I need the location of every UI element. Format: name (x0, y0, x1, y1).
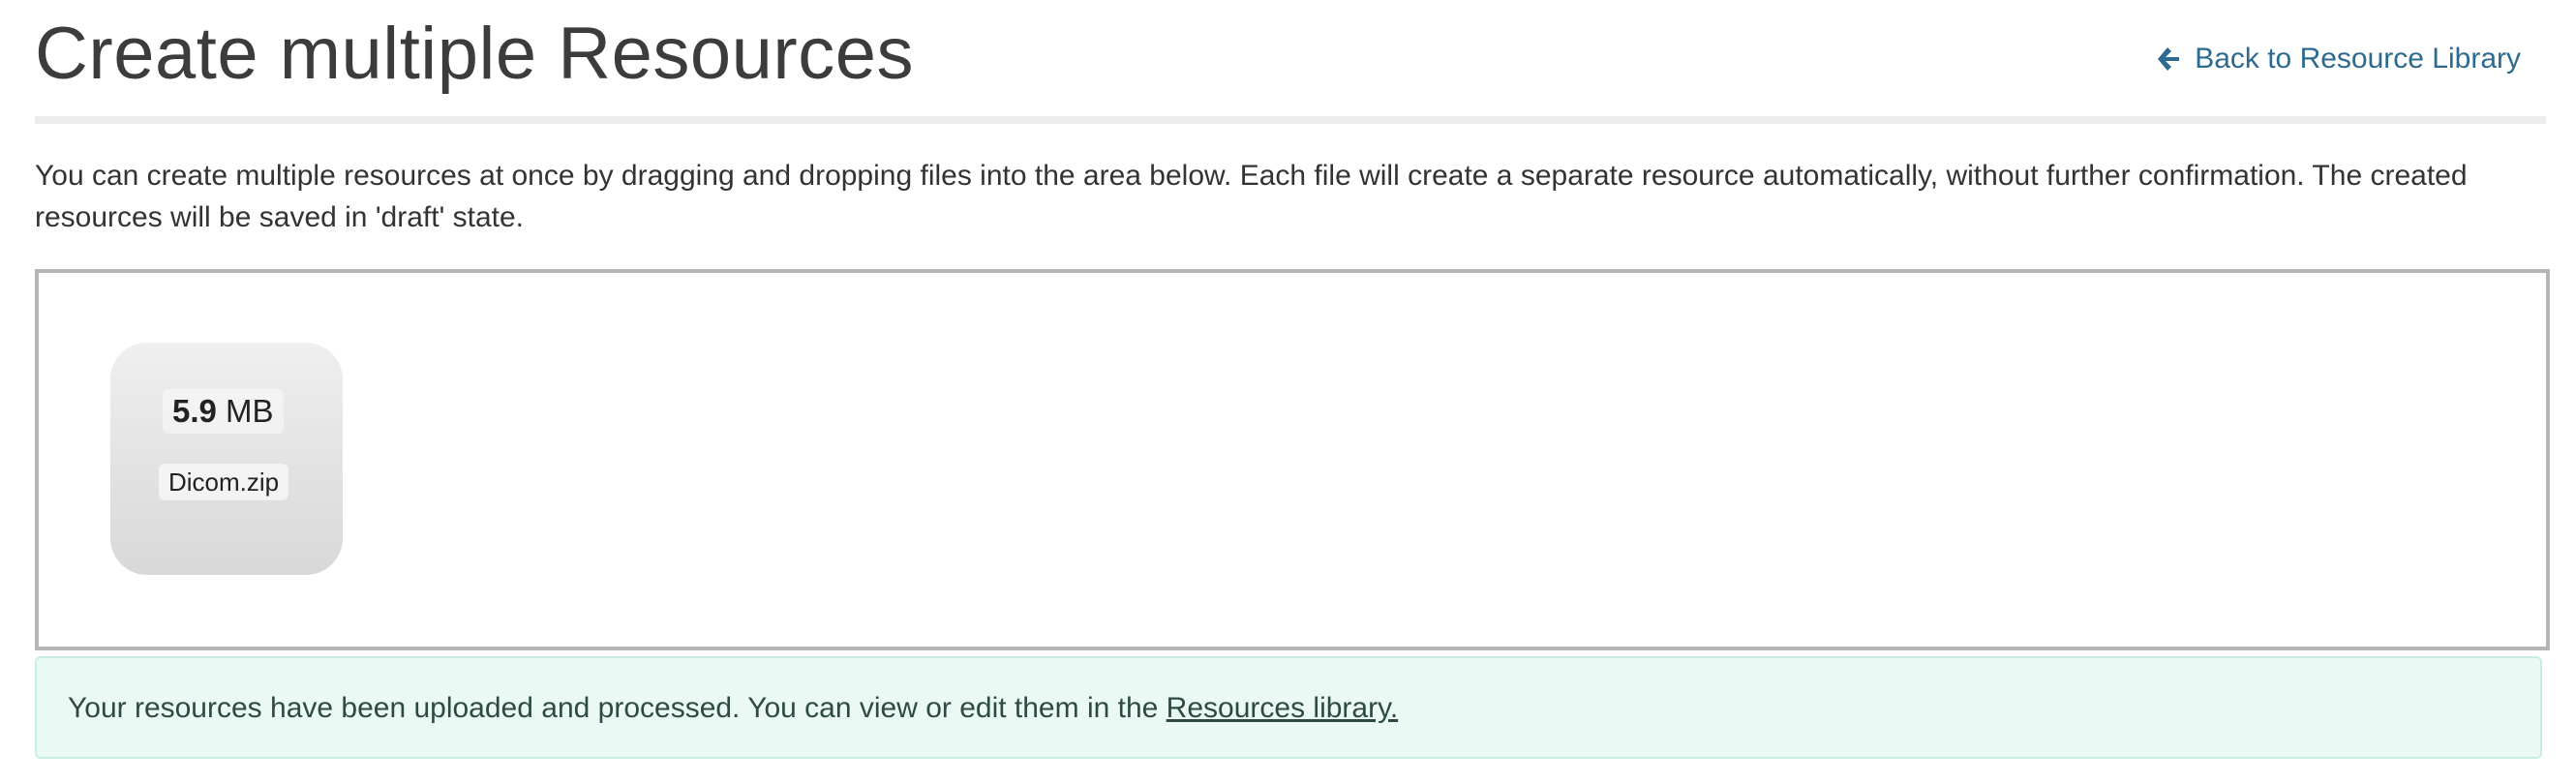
page: Create multiple Resources Back to Resour… (0, 0, 2576, 784)
resources-library-link[interactable]: Resources library. (1167, 692, 1399, 724)
alert-message: Your resources have been uploaded and pr… (68, 691, 1398, 726)
file-dropzone[interactable]: 5.9 MB Dicom.zip (35, 269, 2550, 650)
file-size-value: 5.9 (172, 393, 217, 429)
page-header: Create multiple Resources Back to Resour… (35, 8, 2546, 114)
page-title: Create multiple Resources (35, 13, 914, 95)
file-preview: 5.9 MB Dicom.zip (110, 343, 343, 575)
file-size: 5.9 MB (163, 389, 284, 434)
intro-text: You can create multiple resources at onc… (35, 160, 2468, 233)
file-name: Dicom.zip (159, 464, 289, 500)
arrow-left-icon (2156, 45, 2181, 73)
success-alert: Your resources have been uploaded and pr… (35, 656, 2542, 759)
back-to-library-link[interactable]: Back to Resource Library (2156, 43, 2521, 75)
file-size-unit: MB (226, 393, 274, 429)
header-divider (35, 116, 2546, 124)
alert-text: Your resources have been uploaded and pr… (68, 692, 1167, 724)
back-link-label: Back to Resource Library (2195, 43, 2521, 75)
